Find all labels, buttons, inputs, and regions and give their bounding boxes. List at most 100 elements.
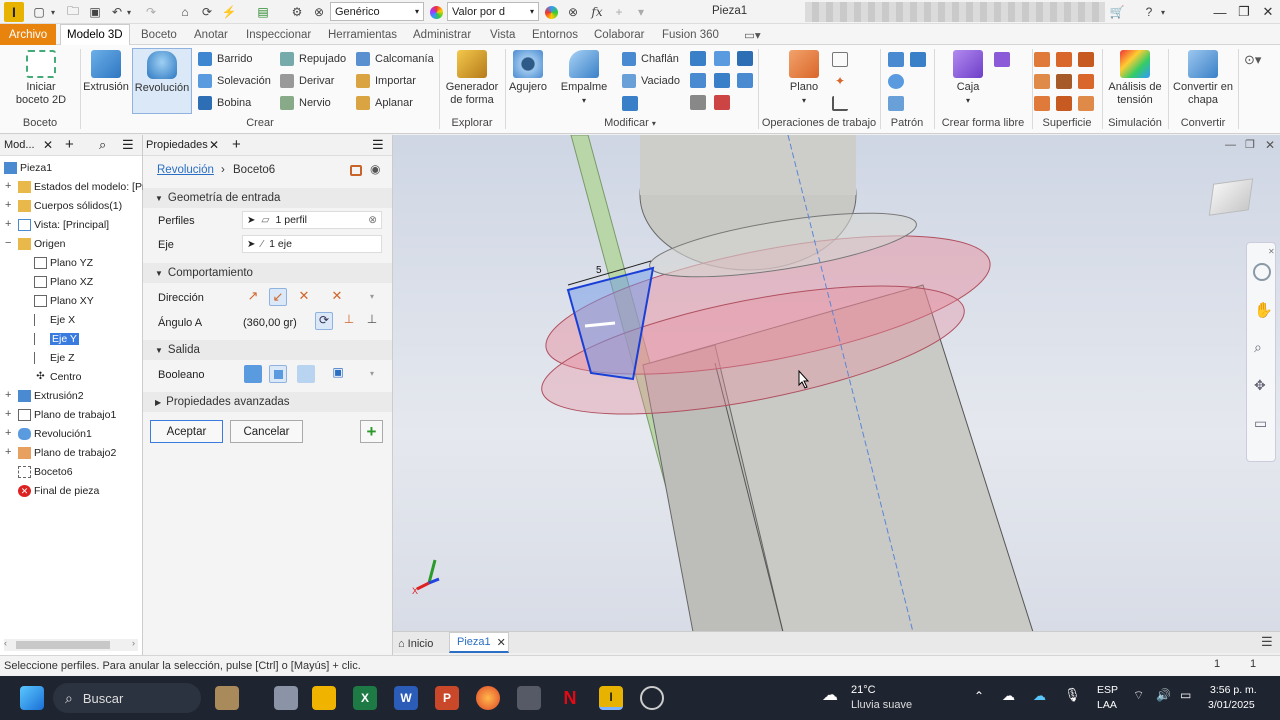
trim-icon[interactable]: [1034, 74, 1050, 89]
sweep-button[interactable]: Barrido: [198, 50, 252, 68]
emboss-button[interactable]: Repujado: [280, 50, 346, 68]
look-at-icon[interactable]: ▭: [1254, 415, 1267, 432]
netflix-icon[interactable]: N: [558, 686, 582, 710]
parameters-icon[interactable]: ⚙: [288, 3, 306, 21]
revolve-button[interactable]: Revolución: [132, 48, 192, 114]
windows-start-icon[interactable]: [20, 686, 44, 710]
expand-icon[interactable]: +: [5, 218, 11, 230]
shell-button[interactable]: Vaciado: [622, 72, 680, 90]
home-tab[interactable]: ⌂ Inicio: [398, 635, 433, 652]
volume-icon[interactable]: 🔊: [1156, 688, 1171, 702]
tab-colaborar[interactable]: Colaborar: [588, 24, 651, 45]
derive-button[interactable]: Derivar: [280, 72, 334, 90]
appearance-icon[interactable]: [428, 3, 444, 21]
search-icon[interactable]: ⌕: [99, 137, 106, 153]
menu-icon[interactable]: ☰: [122, 137, 134, 153]
tab-administrar[interactable]: Administrar: [407, 24, 477, 45]
direction-default-icon[interactable]: ↗: [244, 288, 262, 306]
expand-icon[interactable]: +: [5, 389, 11, 401]
properties-tab-label[interactable]: Propiedades: [146, 139, 208, 151]
tree-item-plane-xy[interactable]: Plano XY: [34, 291, 94, 310]
chevron-down-icon[interactable]: ▾: [370, 369, 374, 378]
section-input-geometry[interactable]: ▼ Geometría de entrada: [143, 188, 392, 208]
circular-pattern-icon[interactable]: [888, 74, 904, 89]
ribbon-more-icon[interactable]: ⊙▾: [1244, 52, 1261, 68]
appearance-select[interactable]: Valor por d ▾: [447, 2, 539, 21]
breadcrumb-feature[interactable]: Revolución: [157, 164, 214, 176]
add-icon[interactable]: +: [612, 3, 626, 21]
tree-item-end-of-part[interactable]: ✕ Final de pieza: [18, 481, 99, 500]
word-icon[interactable]: W: [394, 686, 418, 710]
direction-symmetric-icon[interactable]: ✕: [295, 288, 313, 306]
freeform-face-icon[interactable]: [994, 52, 1010, 67]
intersect-icon[interactable]: [297, 365, 315, 383]
tree-item-origin[interactable]: Origen: [18, 234, 66, 253]
fillet-button[interactable]: Empalme ▾: [558, 50, 610, 107]
direction-asymmetric-icon[interactable]: ✕: [328, 288, 346, 306]
tab-inspeccionar[interactable]: Inspeccionar: [240, 24, 317, 45]
chevron-down-icon[interactable]: ▾: [370, 292, 374, 301]
rib-button[interactable]: Nervio: [280, 94, 331, 112]
loft-button[interactable]: Solevación: [198, 72, 271, 90]
tab-modelo-3d[interactable]: Modelo 3D: [60, 24, 130, 45]
new-dropdown-icon[interactable]: ▾: [48, 3, 58, 21]
help-dropdown-icon[interactable]: ▾: [1158, 3, 1168, 21]
language-indicator[interactable]: ESP: [1097, 684, 1118, 696]
scrollbar-thumb[interactable]: [16, 641, 110, 649]
weather-icon[interactable]: ☁: [822, 685, 838, 705]
join-icon[interactable]: [244, 365, 262, 383]
task-view-icon[interactable]: [274, 686, 298, 710]
tab-vista[interactable]: Vista: [484, 24, 521, 45]
browser-tab-label[interactable]: Mod...: [4, 139, 35, 151]
coil-button[interactable]: Bobina: [198, 94, 251, 112]
taskbar-search[interactable]: ⌕ Buscar: [53, 683, 201, 713]
decal-button[interactable]: Calcomanía: [356, 50, 434, 68]
expand-icon[interactable]: +: [5, 408, 11, 420]
clear-selection-icon[interactable]: ⊗: [368, 214, 377, 226]
ruled-surface-icon[interactable]: [1078, 96, 1094, 111]
add-icon[interactable]: +: [232, 136, 241, 153]
document-menu-icon[interactable]: ☰: [1261, 634, 1273, 650]
direction-flipped-icon[interactable]: ↙: [269, 288, 287, 306]
chamfer-button[interactable]: Chaflán: [622, 50, 679, 68]
scroll-right-icon[interactable]: ›: [132, 638, 135, 648]
axis-field[interactable]: ➤ ⁄ 1 eje: [242, 235, 382, 253]
section-behavior[interactable]: ▼ Comportamiento: [143, 263, 392, 283]
file-explorer-icon[interactable]: [312, 686, 336, 710]
tree-item-axis-z[interactable]: Eje Z: [34, 348, 75, 367]
measure-icon[interactable]: ▤: [254, 3, 272, 21]
tree-item-axis-y[interactable]: Eje Y: [34, 329, 79, 348]
keyboard-layout-indicator[interactable]: LAA: [1097, 699, 1117, 711]
show-hidden-icons-icon[interactable]: ⌃: [974, 689, 984, 703]
ribbon-options-icon[interactable]: ▭▾: [738, 24, 767, 45]
open-folder-icon[interactable]: 🗀: [64, 3, 82, 21]
tree-item-solid-bodies[interactable]: Cuerpos sólidos(1): [18, 196, 122, 215]
split-icon[interactable]: [690, 51, 706, 66]
select-icon[interactable]: ⚡: [220, 3, 238, 21]
pan-hand-icon[interactable]: ✋: [1254, 301, 1273, 319]
tree-item-sketch6[interactable]: Boceto6: [18, 462, 73, 481]
replace-face-icon[interactable]: [1078, 74, 1094, 89]
repair-bodies-icon[interactable]: [1034, 96, 1050, 111]
axis-icon[interactable]: [832, 52, 848, 67]
profiles-field[interactable]: ➤ ▱ 1 perfil ⊗: [242, 211, 382, 229]
tree-item-axis-x[interactable]: Eje X: [34, 310, 75, 329]
expand-icon[interactable]: +: [5, 199, 11, 211]
widget-image-icon[interactable]: [215, 686, 239, 710]
clock-time[interactable]: 3:56 p. m.: [1210, 684, 1257, 696]
new-solid-icon[interactable]: ▣: [329, 365, 347, 383]
redo-icon[interactable]: ↷: [142, 3, 160, 21]
to-next-icon[interactable]: ⊥: [363, 312, 381, 330]
scroll-left-icon[interactable]: ‹: [4, 638, 7, 648]
close-icon[interactable]: ✕: [1256, 2, 1280, 22]
extend-icon[interactable]: [1056, 74, 1072, 89]
shape-generator-button[interactable]: Generador de forma: [443, 50, 501, 107]
appearance-override-icon[interactable]: [543, 3, 559, 21]
material-icon[interactable]: ⊗: [310, 3, 328, 21]
mirror-icon[interactable]: [910, 52, 926, 67]
help-icon[interactable]: ?: [1140, 3, 1158, 21]
orbit-icon[interactable]: ✥: [1254, 377, 1266, 394]
steering-wheel-icon[interactable]: [1253, 263, 1271, 281]
battery-icon[interactable]: ▭: [1180, 688, 1191, 702]
tree-item-revolve1[interactable]: Revolución1: [18, 424, 92, 443]
